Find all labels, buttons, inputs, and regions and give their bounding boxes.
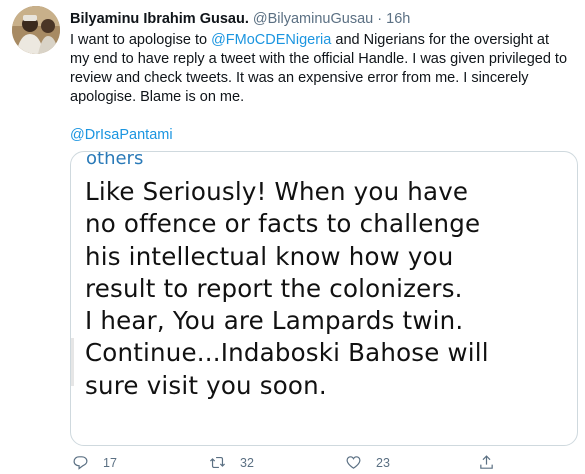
media-line: Continue...Indaboski Bahose will bbox=[85, 338, 489, 368]
retweet-count: 32 bbox=[240, 455, 254, 470]
mention-link-fmocde[interactable]: @FMoCDENigeria bbox=[211, 32, 331, 48]
share-icon bbox=[480, 455, 493, 469]
media-line: his intellectual know how you bbox=[85, 241, 454, 271]
media-top-fragment: others bbox=[86, 151, 144, 169]
avatar[interactable] bbox=[12, 6, 60, 54]
media-line: Like Seriously! When you have bbox=[85, 177, 469, 206]
like-button[interactable]: 23 bbox=[345, 454, 390, 471]
author-name[interactable]: Bilyaminu Ibrahim Gusau. bbox=[70, 11, 249, 27]
retweet-icon bbox=[209, 456, 226, 469]
reply-count: 17 bbox=[103, 455, 117, 470]
like-count: 23 bbox=[376, 455, 390, 470]
media-line: no offence or facts to challenge bbox=[85, 209, 481, 239]
reply-icon bbox=[73, 456, 88, 470]
tweet-media-image[interactable]: others Like Seriously! When you have no … bbox=[70, 151, 578, 446]
media-line: result to report the colonizers. bbox=[85, 273, 463, 303]
media-text-block: Like Seriously! When you have no offence… bbox=[85, 176, 575, 402]
mention-line: @DrIsaPantami bbox=[70, 126, 173, 145]
media-line: I hear, You are Lampards twin. bbox=[85, 306, 464, 336]
media-line: sure visit you soon. bbox=[85, 370, 327, 400]
author-handle[interactable]: @BilyaminuGusau bbox=[253, 11, 373, 27]
tweet-time[interactable]: 16h bbox=[386, 11, 410, 27]
header-separator: · bbox=[377, 11, 383, 27]
like-icon bbox=[346, 456, 361, 469]
tweet-actions: 17 32 23 bbox=[70, 452, 570, 472]
retweet-button[interactable]: 32 bbox=[209, 454, 254, 471]
media-edge-shade bbox=[71, 338, 74, 386]
share-button[interactable] bbox=[478, 454, 495, 471]
reply-button[interactable]: 17 bbox=[72, 454, 117, 471]
tweet-header: Bilyaminu Ibrahim Gusau. @BilyaminuGusau… bbox=[70, 10, 570, 28]
mention-link-drisapantami[interactable]: @DrIsaPantami bbox=[70, 127, 173, 143]
tweet-text: I want to apologise to @FMoCDENigeria an… bbox=[70, 31, 570, 107]
tweet-text-start: I want to apologise to bbox=[70, 32, 212, 48]
